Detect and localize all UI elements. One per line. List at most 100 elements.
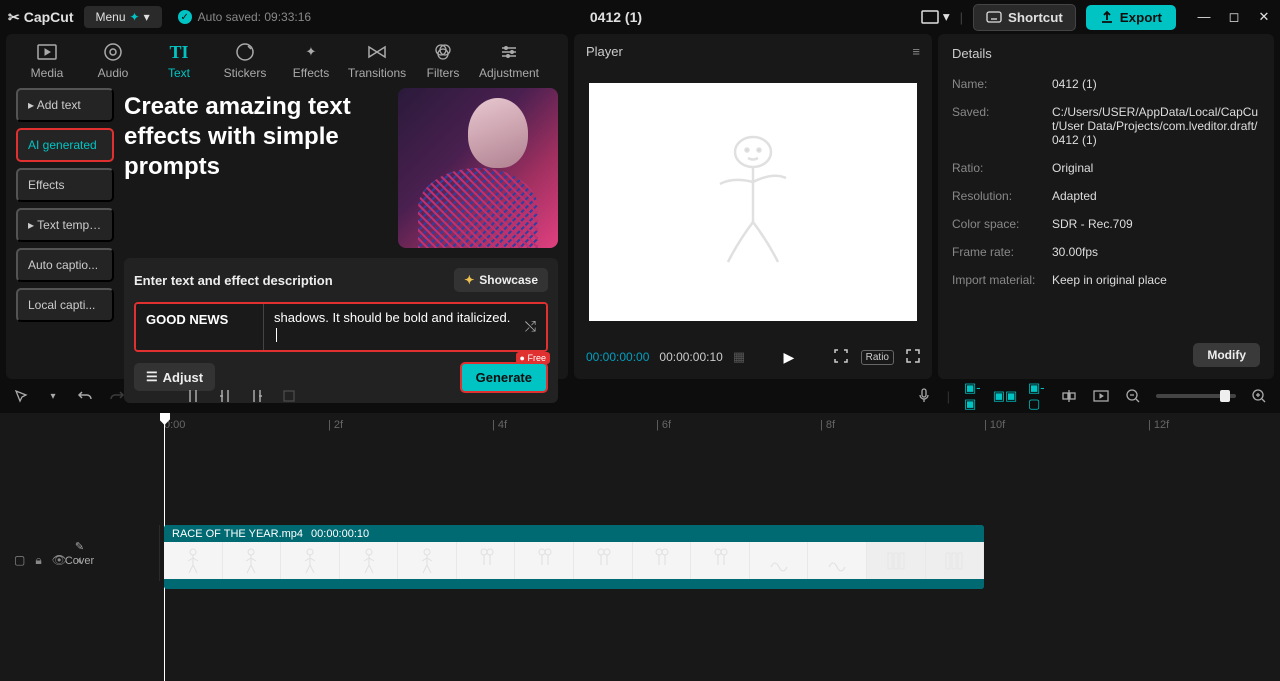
text-icon: TI: [169, 42, 189, 62]
ai-text-panel: Create amazing text effects with simple …: [124, 88, 558, 403]
scan-icon[interactable]: [833, 348, 849, 367]
adjustment-icon: [499, 42, 519, 62]
details-panel: Details Name:0412 (1) Saved:C:/Users/USE…: [938, 34, 1274, 379]
sidebar-item-ai-generated[interactable]: AI generated: [16, 128, 114, 162]
titlebar: ✂ CapCut Menu ✦ ▾ ✓ Auto saved: 09:33:16…: [0, 0, 1280, 34]
redo-icon[interactable]: [108, 387, 126, 405]
fullscreen-icon[interactable]: [906, 349, 920, 366]
toggle-collapse-icon[interactable]: ▢: [14, 553, 25, 568]
mic-icon[interactable]: [915, 387, 933, 405]
link-icon[interactable]: ▣▣: [996, 387, 1014, 405]
window-controls: — ◻ ✕: [1196, 9, 1272, 25]
clip-duration: 00:00:00:10: [311, 528, 369, 540]
delete-icon[interactable]: [280, 387, 298, 405]
prompt-text-input[interactable]: GOOD NEWS: [136, 304, 264, 350]
filters-icon: [433, 42, 453, 62]
export-button[interactable]: Export: [1086, 5, 1176, 30]
autosave-label: Auto saved: 09:33:16: [198, 10, 311, 24]
tab-adjustment[interactable]: Adjustment: [480, 42, 538, 80]
logo-icon: ✂: [8, 9, 20, 26]
export-icon: [1100, 10, 1114, 24]
magnet-off-icon[interactable]: ▣-▢: [1028, 387, 1046, 405]
check-icon: ✓: [178, 10, 192, 24]
zoom-slider[interactable]: [1156, 394, 1236, 398]
tab-effects[interactable]: ✦ Effects: [282, 42, 340, 80]
clip-name: RACE OF THE YEAR.mp4: [172, 528, 303, 540]
toggle-mute-icon[interactable]: 🔈︎: [77, 553, 84, 568]
tab-filters[interactable]: Filters: [414, 42, 472, 80]
grid-icon[interactable]: ▦: [733, 349, 745, 365]
undo-icon[interactable]: [76, 387, 94, 405]
ruler-mark: | 12f: [1148, 419, 1169, 431]
chevron-down-icon[interactable]: ▾: [44, 387, 62, 405]
adjust-label: Adjust: [163, 370, 203, 385]
timeline-ruler[interactable]: 0:00 | 2f | 4f | 6f | 8f | 10f | 12f: [160, 413, 1280, 441]
shortcut-label: Shortcut: [1008, 10, 1063, 25]
split-left-icon[interactable]: [216, 387, 234, 405]
player-menu-icon[interactable]: ≡: [912, 44, 920, 59]
tab-stickers[interactable]: Stickers: [216, 42, 274, 80]
split-right-icon[interactable]: [248, 387, 266, 405]
effects-icon: ✦: [301, 42, 321, 62]
menu-star-icon: ✦: [130, 10, 140, 24]
close-button[interactable]: ✕: [1256, 9, 1272, 25]
toggle-visible-icon[interactable]: 👁︎: [52, 553, 67, 568]
maximize-button[interactable]: ◻: [1226, 9, 1242, 25]
video-clip[interactable]: RACE OF THE YEAR.mp4 00:00:00:10: [164, 525, 984, 589]
menu-label: Menu: [96, 10, 126, 24]
minimize-button[interactable]: —: [1196, 9, 1212, 25]
shuffle-icon[interactable]: ⤭: [525, 318, 536, 335]
sidebar-item-add-text[interactable]: ▸ Add text: [16, 88, 114, 122]
zoom-in-icon[interactable]: [1250, 387, 1268, 405]
ai-panel-heading: Create amazing text effects with simple …: [124, 88, 388, 248]
prompt-inputs: GOOD NEWS shadows. It should be bold and…: [134, 302, 548, 352]
detail-name-label: Name:: [952, 77, 1052, 91]
magnet-on-icon[interactable]: ▣-▣: [964, 387, 982, 405]
timeline-tracks[interactable]: 0:00 | 2f | 4f | 6f | 8f | 10f | 12f RAC…: [160, 413, 1280, 681]
preview-stick-figure: [708, 132, 798, 272]
ruler-mark: | 2f: [328, 419, 343, 431]
player-title: Player: [586, 44, 623, 59]
play-button[interactable]: ▶: [783, 349, 794, 366]
tab-label: Filters: [427, 66, 460, 80]
keyboard-icon: [986, 11, 1002, 23]
aspect-ratio-dropdown[interactable]: ▾: [921, 9, 950, 25]
split-icon[interactable]: [184, 387, 202, 405]
generate-button[interactable]: Generate: [460, 362, 548, 393]
sliders-icon: ☰: [146, 369, 158, 385]
detail-import-value: Keep in original place: [1052, 273, 1260, 287]
tab-text[interactable]: TI Text: [150, 42, 208, 80]
tab-label: Transitions: [348, 66, 406, 80]
shortcut-button[interactable]: Shortcut: [973, 4, 1076, 31]
prompt-effect-input[interactable]: shadows. It should be bold and italicize…: [264, 304, 546, 350]
sidebar-item-local-captions[interactable]: Local capti...: [16, 288, 114, 322]
pointer-tool-icon[interactable]: [12, 387, 30, 405]
sidebar-item-effects[interactable]: Effects: [16, 168, 114, 202]
clip-thumbnails: [164, 542, 984, 579]
tab-label: Text: [168, 66, 190, 80]
sidebar-item-text-template[interactable]: ▸ Text template: [16, 208, 114, 242]
align-icon[interactable]: [1060, 387, 1078, 405]
toggle-lock-icon[interactable]: 🔒︎: [35, 553, 41, 568]
tab-audio[interactable]: Audio: [84, 42, 142, 80]
tab-media[interactable]: Media: [18, 42, 76, 80]
player-canvas[interactable]: [574, 69, 932, 335]
tab-label: Effects: [293, 66, 329, 80]
zoom-out-icon[interactable]: [1124, 387, 1142, 405]
player-controls: 00:00:00:00 00:00:00:10 ▦ ▶ Ratio: [574, 335, 932, 379]
chevron-down-icon: ▾: [144, 10, 150, 24]
tab-label: Stickers: [224, 66, 267, 80]
autosave-status: ✓ Auto saved: 09:33:16: [178, 10, 311, 24]
media-icon: [37, 42, 57, 62]
ratio-button[interactable]: Ratio: [861, 350, 894, 365]
details-title: Details: [952, 46, 1260, 61]
modify-button[interactable]: Modify: [1193, 343, 1260, 367]
sidebar-item-auto-captions[interactable]: Auto captio...: [16, 248, 114, 282]
tab-transitions[interactable]: Transitions: [348, 42, 406, 80]
project-title: 0412 (1): [321, 9, 911, 25]
preview-icon[interactable]: [1092, 387, 1110, 405]
ruler-mark: | 6f: [656, 419, 671, 431]
time-current: 00:00:00:00: [586, 350, 649, 364]
showcase-button[interactable]: ✦ Showcase: [454, 268, 548, 292]
menu-button[interactable]: Menu ✦ ▾: [84, 6, 162, 28]
